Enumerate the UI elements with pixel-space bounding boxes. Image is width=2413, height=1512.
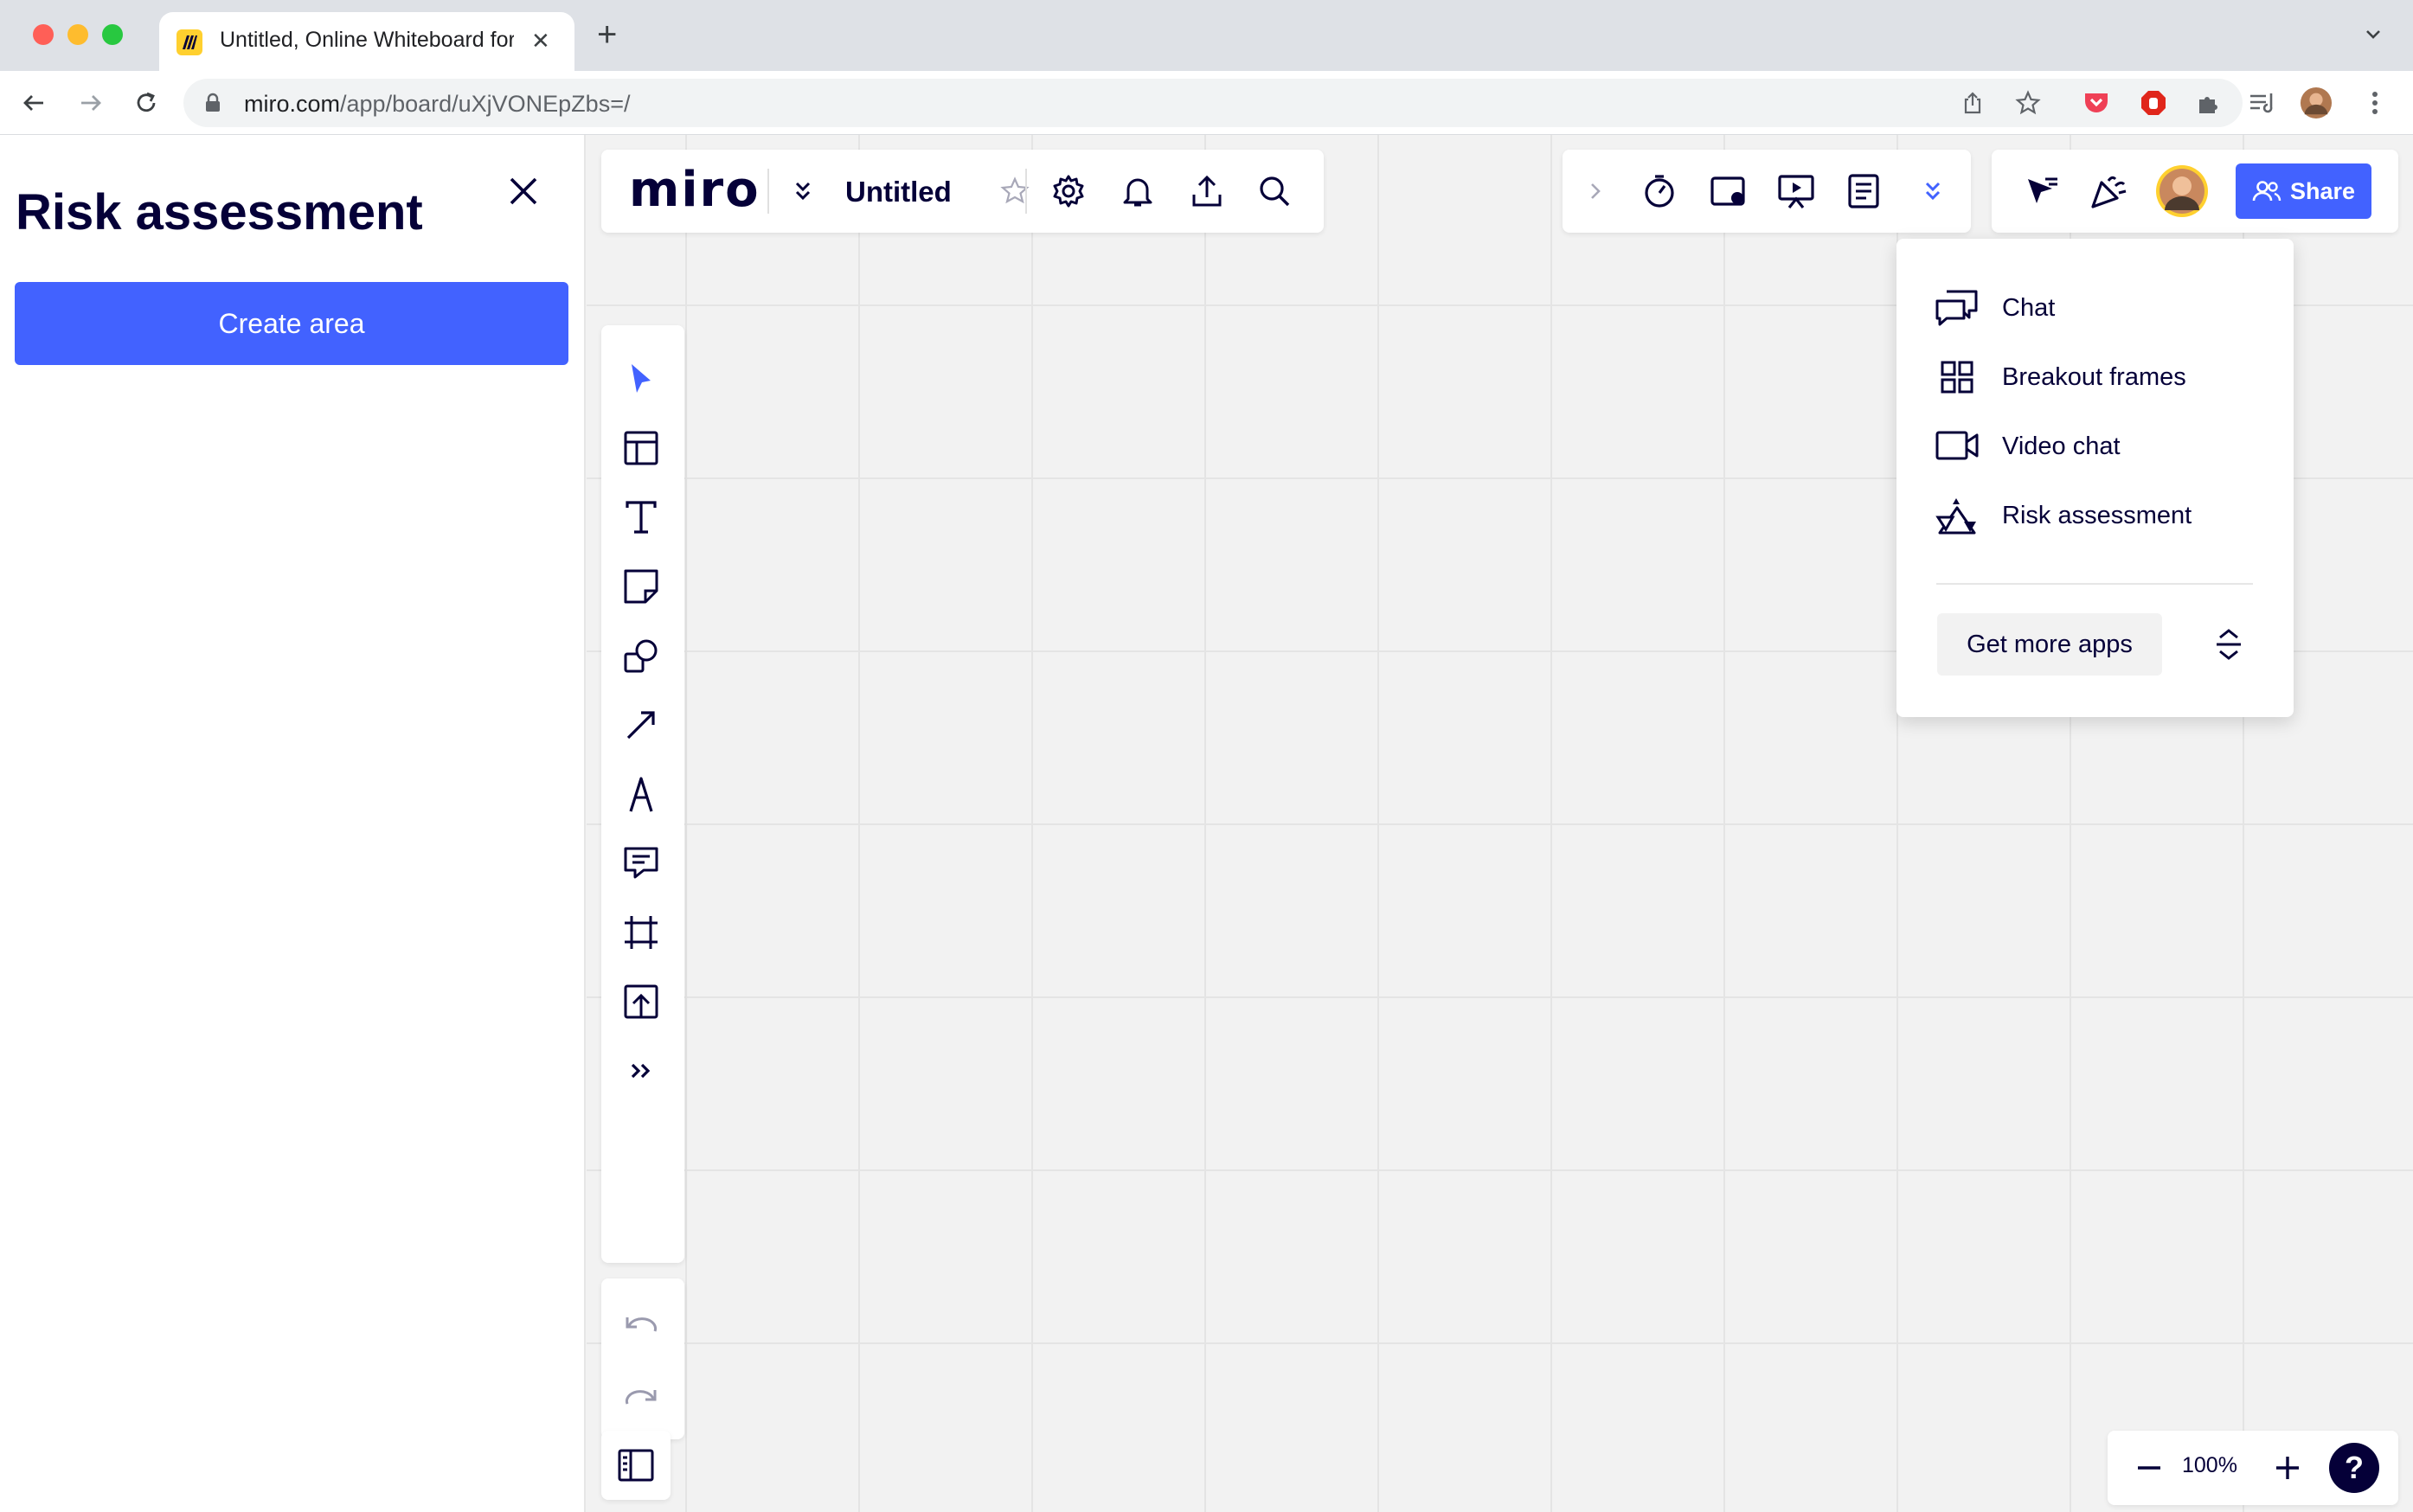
- undo-icon[interactable]: [617, 1303, 665, 1351]
- browser-tab[interactable]: Untitled, Online Whiteboard for Visual C…: [159, 12, 574, 71]
- more-apps-chevron-icon[interactable]: [1909, 167, 1957, 215]
- board-title[interactable]: Untitled: [845, 176, 952, 208]
- risk-assessment-icon: [1933, 491, 1981, 540]
- collaboration-toolbar: [1563, 150, 1971, 233]
- video-chat-icon: [1933, 422, 1981, 471]
- divider: [1936, 583, 2253, 585]
- sidebar-toggle-icon: [612, 1441, 660, 1490]
- upload-icon[interactable]: [617, 977, 665, 1026]
- zoom-out-icon[interactable]: [2125, 1444, 2173, 1492]
- reading-list-icon[interactable]: [2246, 86, 2279, 119]
- comment-icon[interactable]: [617, 839, 665, 887]
- miro-app: Risk assessment Create area miro Untitle…: [0, 135, 2413, 1512]
- miro-favicon-icon: [176, 29, 202, 55]
- browser-menu-icon[interactable]: [2358, 86, 2391, 119]
- share-toolbar: Share: [1992, 150, 2398, 233]
- connection-line-icon[interactable]: [617, 701, 665, 749]
- profile-avatar[interactable]: [2300, 86, 2333, 119]
- get-more-apps-button[interactable]: Get more apps: [1937, 613, 2162, 676]
- board-header-bar: miro Untitled: [601, 150, 1324, 233]
- apps-menu-label: Breakout frames: [2002, 362, 2186, 391]
- new-tab-button[interactable]: +: [597, 17, 617, 52]
- sticky-note-icon[interactable]: [617, 562, 665, 611]
- apps-menu-item-breakout-frames[interactable]: Breakout frames: [1933, 351, 2262, 403]
- favorite-star-icon[interactable]: [991, 167, 1039, 215]
- url-host: miro.com: [244, 91, 341, 117]
- voting-card-icon[interactable]: [1704, 167, 1753, 215]
- share-page-icon[interactable]: [1959, 89, 1986, 117]
- users-icon: [2252, 181, 2281, 202]
- bookmark-star-icon[interactable]: [2014, 89, 2042, 117]
- redo-icon[interactable]: [617, 1375, 665, 1424]
- text-tool-icon[interactable]: [617, 493, 665, 541]
- celebrate-party-icon[interactable]: [2085, 167, 2134, 215]
- notifications-bell-icon[interactable]: [1113, 167, 1162, 215]
- apps-menu-item-chat[interactable]: Chat: [1933, 282, 2262, 334]
- pen-icon[interactable]: [617, 770, 665, 818]
- presentation-icon[interactable]: [1772, 167, 1820, 215]
- share-button[interactable]: Share: [2236, 163, 2371, 219]
- board-panel-toggle[interactable]: [601, 1431, 671, 1500]
- divider: [767, 169, 769, 214]
- back-button[interactable]: [16, 85, 52, 121]
- browser-toolbar: miro.com/app/board/uXjVONEpZbs=/: [0, 71, 2413, 135]
- apps-menu-item-risk-assessment[interactable]: Risk assessment: [1933, 490, 2262, 541]
- apps-dropdown: Chat Breakout frames Video chat Risk ass…: [1896, 239, 2294, 717]
- window-minimize-button[interactable]: [67, 24, 88, 45]
- board-menu-chevron-icon[interactable]: [779, 167, 827, 215]
- shapes-icon[interactable]: [617, 631, 665, 680]
- reload-button[interactable]: [128, 85, 164, 121]
- window-close-button[interactable]: [33, 24, 54, 45]
- user-avatar[interactable]: [2156, 165, 2208, 217]
- tab-list-chevron-icon[interactable]: [2362, 22, 2384, 49]
- miro-logo[interactable]: miro: [629, 162, 760, 218]
- zoom-level[interactable]: 100%: [2182, 1453, 2237, 1478]
- timer-icon[interactable]: [1635, 167, 1684, 215]
- zoom-controls: 100% ?: [2108, 1431, 2398, 1505]
- breakout-frames-icon: [1933, 353, 1981, 401]
- lock-icon: [204, 93, 221, 118]
- frame-icon[interactable]: [617, 908, 665, 957]
- export-upload-icon[interactable]: [1183, 167, 1231, 215]
- apps-menu-label: Chat: [2002, 293, 2056, 322]
- search-icon[interactable]: [1250, 167, 1299, 215]
- more-tools-icon[interactable]: [617, 1047, 665, 1095]
- create-area-button[interactable]: Create area: [15, 282, 568, 365]
- undo-redo-toolbar: [601, 1278, 684, 1439]
- reactions-cursor-icon[interactable]: [2018, 167, 2066, 215]
- zoom-in-icon[interactable]: [2263, 1444, 2312, 1492]
- chat-icon: [1933, 284, 1981, 332]
- browser-titlebar: Untitled, Online Whiteboard for Visual C…: [0, 0, 2413, 71]
- pocket-extension-icon[interactable]: [2080, 86, 2113, 119]
- address-bar[interactable]: miro.com/app/board/uXjVONEpZbs=/: [183, 79, 2243, 127]
- url-path: /app/board/uXjVONEpZbs=/: [340, 91, 631, 117]
- help-button[interactable]: ?: [2329, 1443, 2379, 1493]
- apps-menu-label: Risk assessment: [2002, 501, 2192, 529]
- divider: [1025, 169, 1027, 214]
- templates-icon[interactable]: [617, 424, 665, 472]
- reorder-apps-icon[interactable]: [2204, 620, 2253, 669]
- notes-document-icon[interactable]: [1839, 167, 1888, 215]
- tab-title: Untitled, Online Whiteboard for Visual C…: [220, 28, 514, 52]
- tab-close-icon[interactable]: ✕: [531, 28, 550, 54]
- settings-gear-icon[interactable]: [1044, 167, 1093, 215]
- forward-button[interactable]: [73, 85, 109, 121]
- apps-menu-item-video-chat[interactable]: Video chat: [1933, 420, 2262, 472]
- apps-menu-label: Video chat: [2002, 432, 2121, 460]
- risk-assessment-panel: Risk assessment Create area: [0, 135, 586, 1512]
- collapse-chevron-icon[interactable]: [1571, 167, 1620, 215]
- select-cursor-icon[interactable]: [617, 355, 665, 403]
- adblock-extension-icon[interactable]: [2137, 86, 2170, 119]
- share-label: Share: [2289, 177, 2356, 204]
- tools-toolbar: [601, 325, 684, 1263]
- panel-close-icon[interactable]: [502, 170, 545, 213]
- url-text: miro.com/app/board/uXjVONEpZbs=/: [244, 91, 630, 118]
- panel-title: Risk assessment: [16, 184, 423, 240]
- window-zoom-button[interactable]: [102, 24, 123, 45]
- extensions-puzzle-icon[interactable]: [2192, 86, 2225, 119]
